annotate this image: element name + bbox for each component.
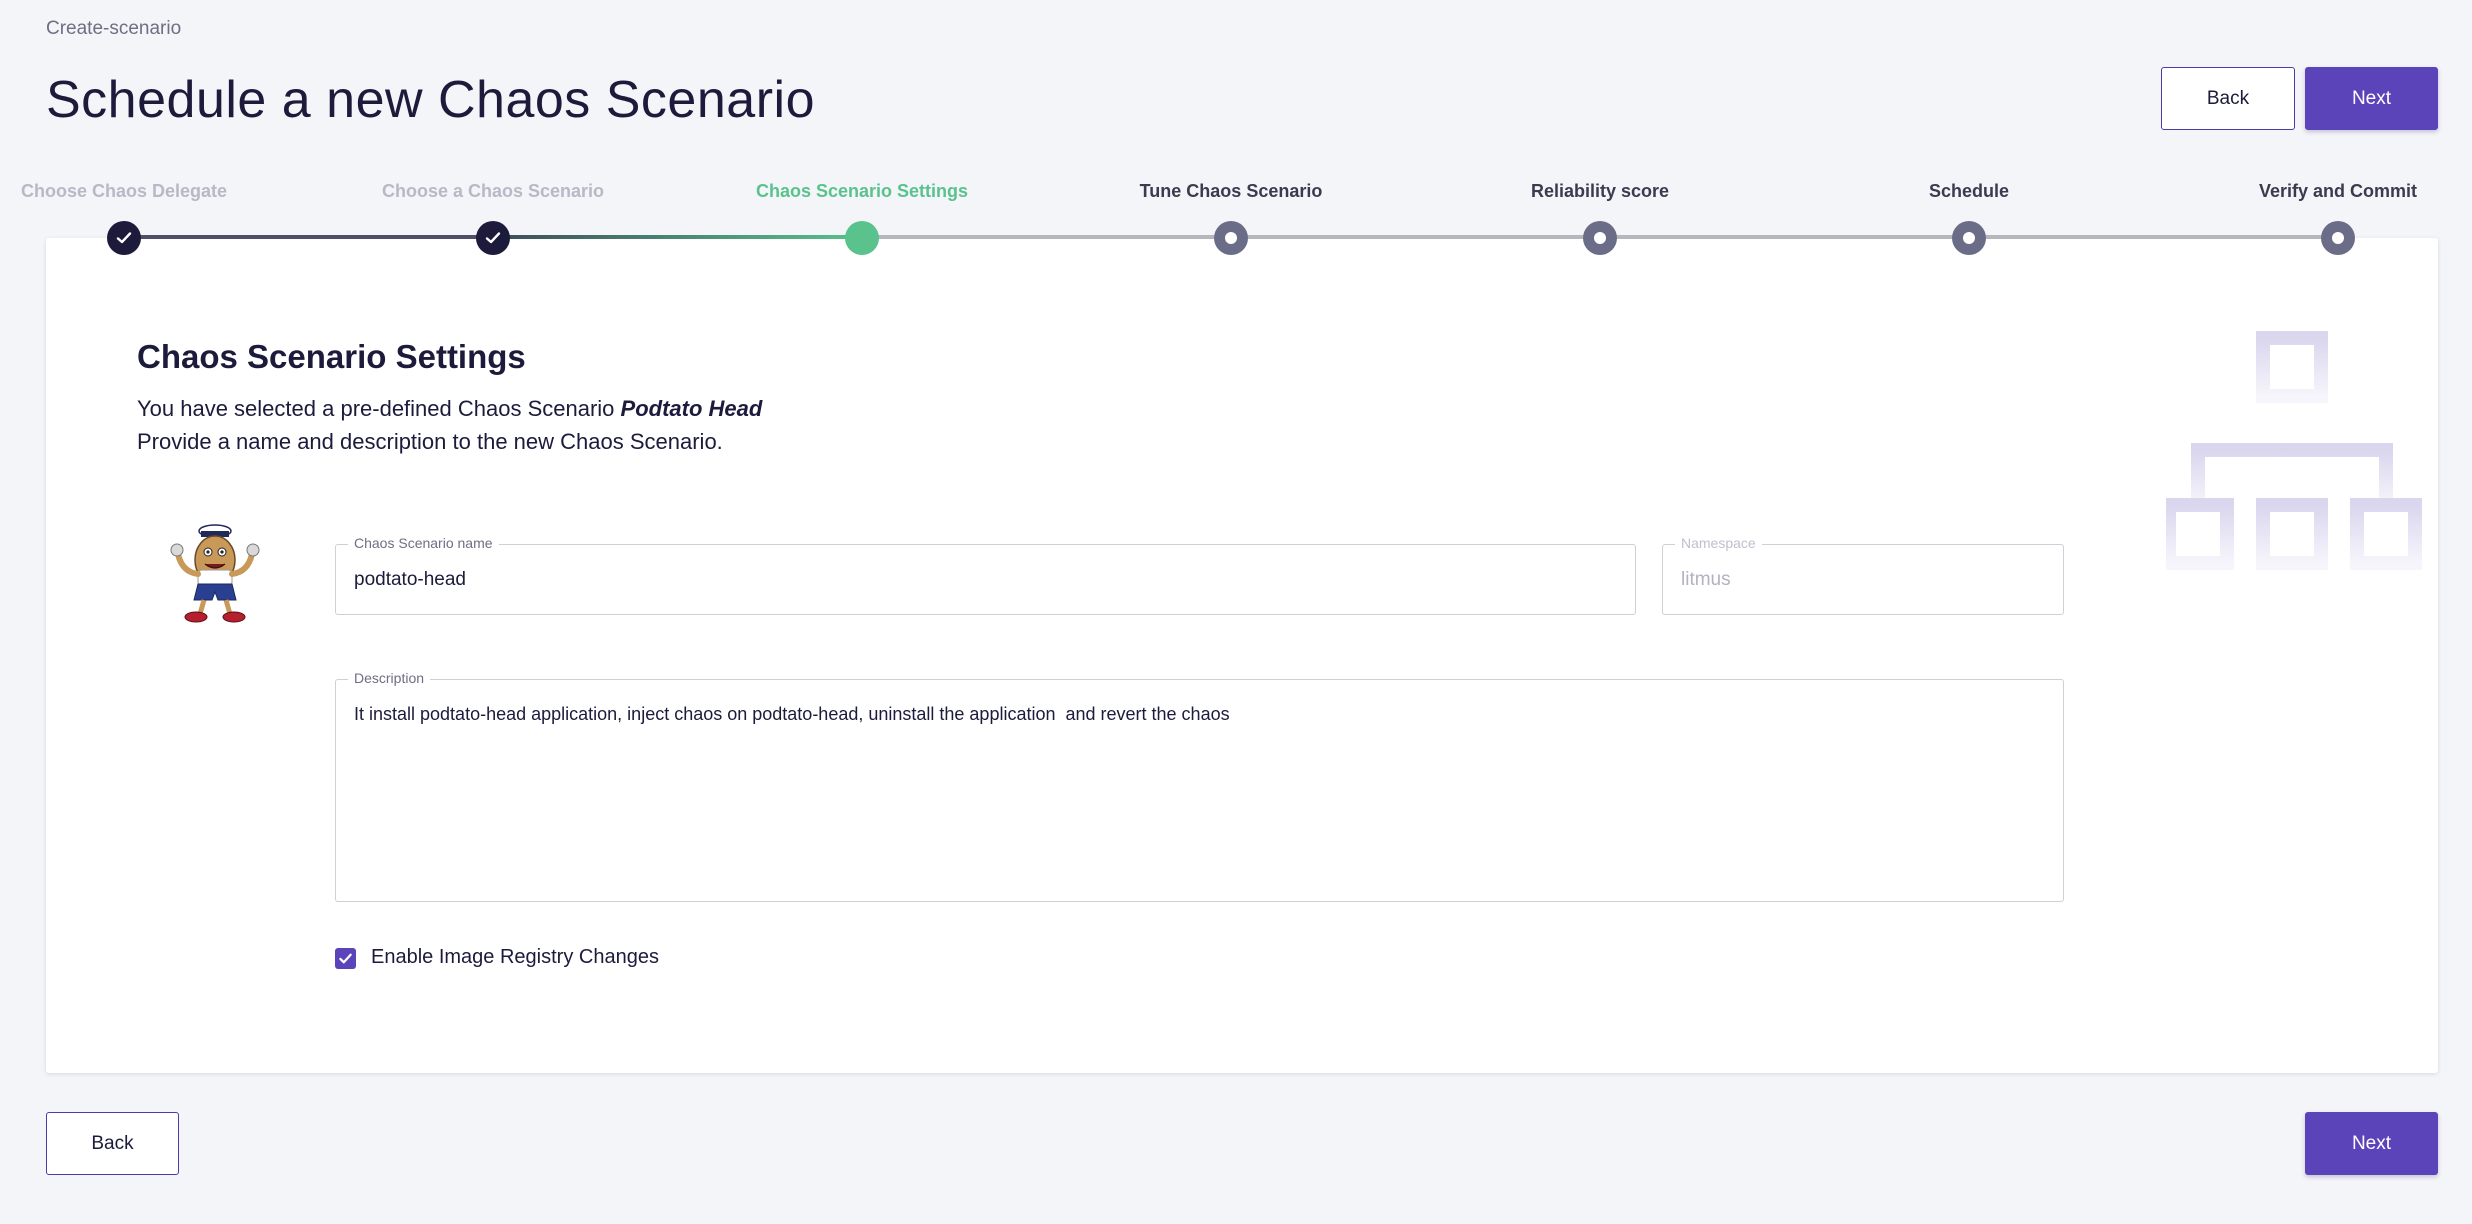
scenario-name-value[interactable]: podtato-head (354, 569, 466, 591)
intro-instruction: Provide a name and description to the ne… (137, 429, 723, 454)
step-dot-schedule (1952, 221, 1986, 255)
selected-scenario-name: Podtato Head (620, 396, 763, 421)
scenario-name-field[interactable]: Chaos Scenario name podtato-head (335, 535, 1636, 615)
check-icon (485, 232, 501, 244)
section-title: Chaos Scenario Settings (137, 338, 526, 375)
namespace-label: Namespace (1675, 535, 1762, 551)
description-label: Description (348, 670, 431, 686)
step-label-chaos-scenario-settings: Chaos Scenario Settings (755, 181, 969, 201)
page-title: Schedule a new Chaos Scenario (46, 71, 815, 129)
step-dot-reliability-score (1583, 221, 1617, 255)
image-registry-checkbox[interactable] (335, 948, 356, 969)
step-dot-choose-chaos-delegate (107, 221, 141, 255)
namespace-field: Namespace litmus (1662, 535, 2064, 615)
check-icon (116, 232, 132, 244)
step-connector (493, 235, 862, 239)
section-subtitle: You have selected a pre-defined Chaos Sc… (137, 392, 762, 458)
footer-back-button[interactable]: Back (46, 1112, 179, 1175)
step-connector (124, 235, 493, 239)
namespace-value: litmus (1681, 569, 1731, 590)
image-registry-checkbox-label[interactable]: Enable Image Registry Changes (371, 946, 659, 969)
podtato-head-mascot-icon (170, 524, 260, 623)
step-dot-choose-chaos-scenario (476, 221, 510, 255)
footer-next-button[interactable]: Next (2305, 1112, 2438, 1175)
header-next-button[interactable]: Next (2305, 67, 2438, 130)
description-value[interactable]: It install podtato-head application, inj… (354, 704, 1230, 725)
intro-text: You have selected a pre-defined Chaos Sc… (137, 396, 621, 421)
step-dot-tune-chaos-scenario (1214, 221, 1248, 255)
breadcrumb[interactable]: Create-scenario (46, 18, 181, 40)
header-back-button[interactable]: Back (2161, 67, 2295, 130)
step-label-tune-chaos-scenario: Tune Chaos Scenario (1139, 181, 1323, 201)
check-icon (339, 953, 352, 964)
workflow-tree-icon (2166, 331, 2422, 570)
step-label-choose-chaos-scenario: Choose a Chaos Scenario (381, 181, 605, 201)
step-label-choose-chaos-delegate: Choose Chaos Delegate (20, 181, 228, 201)
step-dot-verify-and-commit (2321, 221, 2355, 255)
step-label-schedule: Schedule (1928, 181, 2010, 201)
step-label-reliability-score: Reliability score (1530, 181, 1670, 201)
step-label-verify-and-commit: Verify and Commit (2258, 181, 2418, 201)
step-dot-chaos-scenario-settings (845, 221, 879, 255)
scenario-name-label: Chaos Scenario name (348, 535, 499, 551)
description-field[interactable]: Description It install podtato-head appl… (335, 670, 2064, 902)
